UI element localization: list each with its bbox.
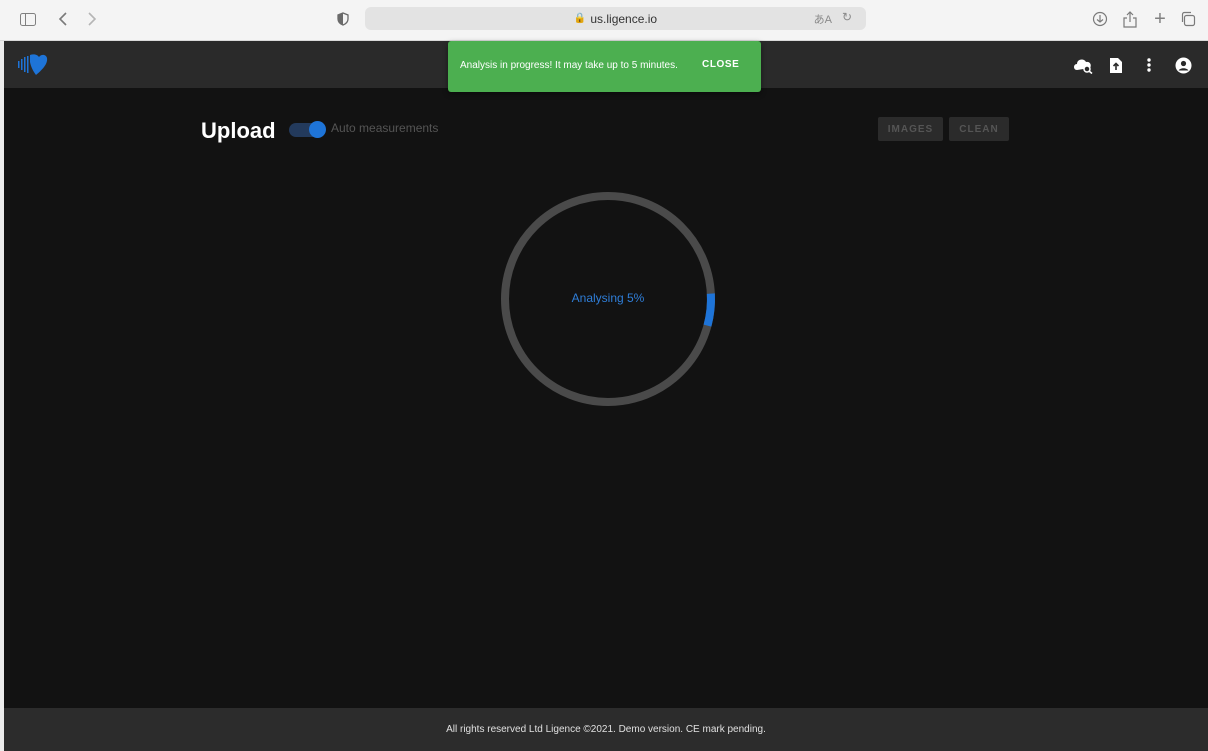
reload-icon[interactable]: ↻: [842, 10, 852, 24]
translate-icon[interactable]: あA: [814, 11, 832, 27]
auto-measurements-toggle[interactable]: [289, 121, 326, 138]
footer-text: All rights reserved Ltd Ligence ©2021. D…: [446, 724, 766, 735]
share-icon[interactable]: [1120, 9, 1140, 29]
snackbar-message: Analysis in progress! It may take up to …: [460, 60, 678, 71]
shield-half-icon[interactable]: [333, 9, 353, 29]
status-snackbar: Analysis in progress! It may take up to …: [448, 41, 761, 92]
tabs-overview-icon[interactable]: [1178, 9, 1198, 29]
analysis-progress: Analysing 5%: [500, 191, 716, 407]
ligence-heart-logo[interactable]: [16, 54, 48, 76]
snackbar-close-button[interactable]: CLOSE: [702, 59, 739, 70]
progress-label: Analysing 5%: [571, 291, 645, 305]
app-viewport: Upload Auto measurements IMAGES CLEAN An…: [4, 41, 1208, 751]
address-bar[interactable]: 🔒 us.ligence.io あA ↻: [365, 7, 866, 30]
url-text: us.ligence.io: [590, 11, 658, 26]
toggle-thumb: [309, 121, 326, 138]
browser-toolbar: 🔒 us.ligence.io あA ↻ +: [0, 0, 1208, 41]
clean-button[interactable]: CLEAN: [949, 117, 1009, 141]
chevron-left-icon[interactable]: [53, 9, 73, 29]
footer: All rights reserved Ltd Ligence ©2021. D…: [4, 708, 1208, 751]
cloud-search-icon[interactable]: [1072, 54, 1094, 76]
lock-icon: 🔒: [573, 13, 587, 24]
account-icon[interactable]: [1172, 54, 1194, 76]
toggle-label: Auto measurements: [331, 121, 439, 135]
chevron-right-icon[interactable]: [82, 9, 102, 29]
images-button[interactable]: IMAGES: [878, 117, 943, 141]
sidebar-icon[interactable]: [18, 9, 38, 29]
page-title: Upload: [201, 118, 276, 143]
download-icon[interactable]: [1090, 9, 1110, 29]
plus-icon[interactable]: +: [1150, 9, 1170, 29]
file-upload-icon[interactable]: [1105, 54, 1127, 76]
more-vert-icon[interactable]: [1138, 54, 1160, 76]
